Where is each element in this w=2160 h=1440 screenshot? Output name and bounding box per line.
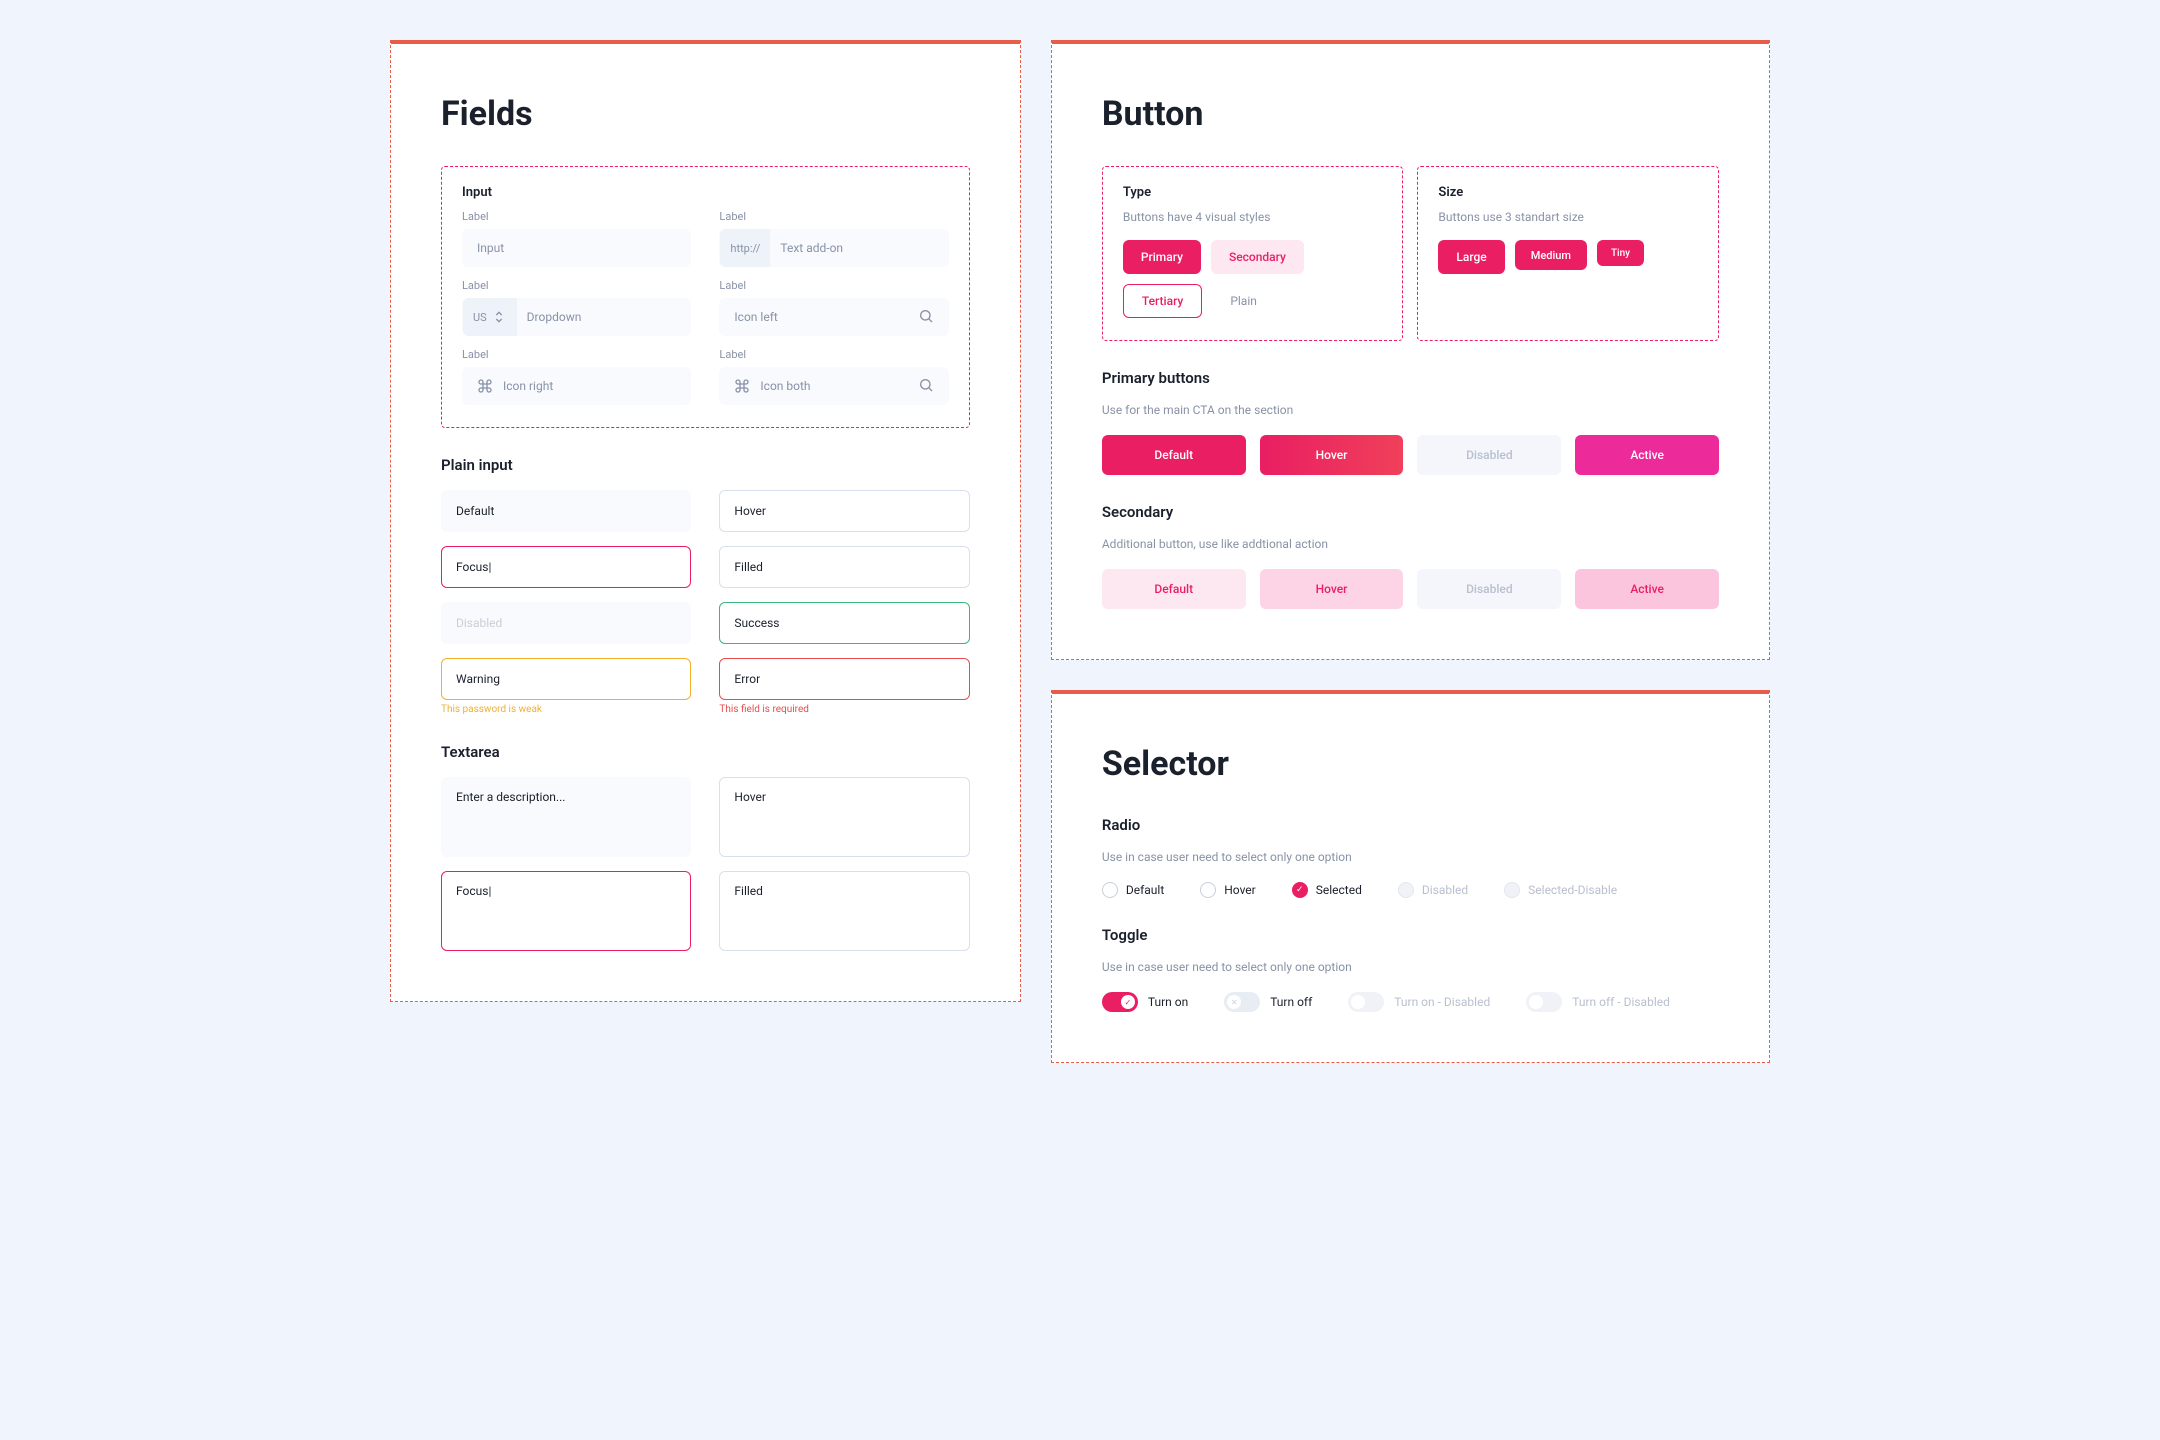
input-hover[interactable]: Hover: [719, 490, 969, 532]
secondary-active[interactable]: Active: [1575, 569, 1719, 609]
input-error[interactable]: Error: [719, 658, 969, 700]
btn-tiny[interactable]: Tiny: [1597, 240, 1644, 266]
textarea-default[interactable]: Enter a description...: [441, 777, 691, 857]
button-title: Button: [1102, 94, 1719, 134]
primary-buttons-desc: Use for the main CTA on the section: [1102, 403, 1719, 417]
input-label: Label: [462, 279, 691, 292]
input-label: Label: [719, 210, 948, 223]
textarea-filled[interactable]: Filled: [719, 871, 969, 951]
primary-active[interactable]: Active: [1575, 435, 1719, 475]
input-label: Label: [719, 348, 948, 361]
radio-title: Radio: [1102, 816, 1719, 834]
plain-input-title: Plain input: [441, 456, 970, 474]
primary-hover[interactable]: Hover: [1260, 435, 1404, 475]
textarea-hover[interactable]: Hover: [719, 777, 969, 857]
input-icon-left[interactable]: Icon left: [719, 298, 948, 336]
radio-disabled: Disabled: [1398, 882, 1468, 898]
type-desc: Buttons have 4 visual styles: [1123, 210, 1383, 224]
fields-title: Fields: [441, 94, 970, 134]
warning-help-text: This password is weak: [441, 704, 691, 715]
btn-tertiary[interactable]: Tertiary: [1123, 284, 1202, 318]
input-focus[interactable]: Focus: [441, 546, 691, 588]
btn-primary[interactable]: Primary: [1123, 240, 1201, 274]
textarea-title: Textarea: [441, 743, 970, 761]
radio-hover[interactable]: Hover: [1200, 882, 1255, 898]
primary-default[interactable]: Default: [1102, 435, 1246, 475]
search-icon: [918, 377, 934, 393]
btn-medium[interactable]: Medium: [1515, 240, 1587, 270]
toggle-title: Toggle: [1102, 926, 1719, 944]
button-type-group: Type Buttons have 4 visual styles Primar…: [1102, 166, 1404, 341]
secondary-default[interactable]: Default: [1102, 569, 1246, 609]
selector-panel: Selector Radio Use in case user need to …: [1051, 690, 1770, 1063]
select-icon: [491, 309, 507, 325]
textarea-focus[interactable]: Focus: [441, 871, 691, 951]
toggle-off-disabled: Turn off - Disabled: [1526, 992, 1670, 1012]
input-disabled: Disabled: [441, 602, 691, 644]
primary-disabled: Disabled: [1417, 435, 1561, 475]
input-filled[interactable]: Filled: [719, 546, 969, 588]
input-default[interactable]: Default: [441, 490, 691, 532]
type-title: Type: [1123, 185, 1383, 200]
dropdown-prefix[interactable]: US: [463, 298, 517, 336]
fields-panel: Fields Input Label Input Label http:// T…: [390, 40, 1021, 1002]
toggle-on-disabled: Turn on - Disabled: [1348, 992, 1490, 1012]
input-plain[interactable]: Input: [462, 229, 691, 267]
toggle-desc: Use in case user need to select only one…: [1102, 960, 1719, 974]
secondary-disabled: Disabled: [1417, 569, 1561, 609]
input-label: Label: [719, 279, 948, 292]
size-desc: Buttons use 3 standart size: [1438, 210, 1698, 224]
input-dropdown[interactable]: US Dropdown: [462, 298, 691, 336]
addon-prefix: http://: [720, 229, 770, 267]
error-help-text: This field is required: [719, 704, 969, 715]
primary-buttons-title: Primary buttons: [1102, 369, 1719, 387]
size-title: Size: [1438, 185, 1698, 200]
selector-title: Selector: [1102, 744, 1719, 784]
input-addon[interactable]: http:// Text add-on: [719, 229, 948, 267]
toggle-on[interactable]: ✓Turn on: [1102, 992, 1188, 1012]
toggle-off[interactable]: ✕Turn off: [1224, 992, 1312, 1012]
input-success[interactable]: Success: [719, 602, 969, 644]
btn-plain[interactable]: Plain: [1212, 284, 1275, 318]
search-icon: [918, 308, 934, 324]
input-icon-both[interactable]: Icon both: [719, 367, 948, 405]
secondary-buttons-title: Secondary: [1102, 503, 1719, 521]
radio-desc: Use in case user need to select only one…: [1102, 850, 1719, 864]
input-icon-right[interactable]: Icon right: [462, 367, 691, 405]
secondary-hover[interactable]: Hover: [1260, 569, 1404, 609]
input-group: Input Label Input Label http:// Text add…: [441, 166, 970, 428]
radio-default[interactable]: Default: [1102, 882, 1164, 898]
radio-selected-disabled: Selected-Disable: [1504, 882, 1617, 898]
button-panel: Button Type Buttons have 4 visual styles…: [1051, 40, 1770, 660]
button-size-group: Size Buttons use 3 standart size Large M…: [1417, 166, 1719, 341]
radio-selected[interactable]: Selected: [1292, 882, 1362, 898]
input-label: Label: [462, 210, 691, 223]
secondary-buttons-desc: Additional button, use like addtional ac…: [1102, 537, 1719, 551]
command-icon: [734, 378, 750, 394]
command-icon: [477, 378, 493, 394]
input-group-title: Input: [462, 185, 949, 200]
input-label: Label: [462, 348, 691, 361]
btn-large[interactable]: Large: [1438, 240, 1504, 274]
btn-secondary[interactable]: Secondary: [1211, 240, 1304, 274]
input-warning[interactable]: Warning: [441, 658, 691, 700]
